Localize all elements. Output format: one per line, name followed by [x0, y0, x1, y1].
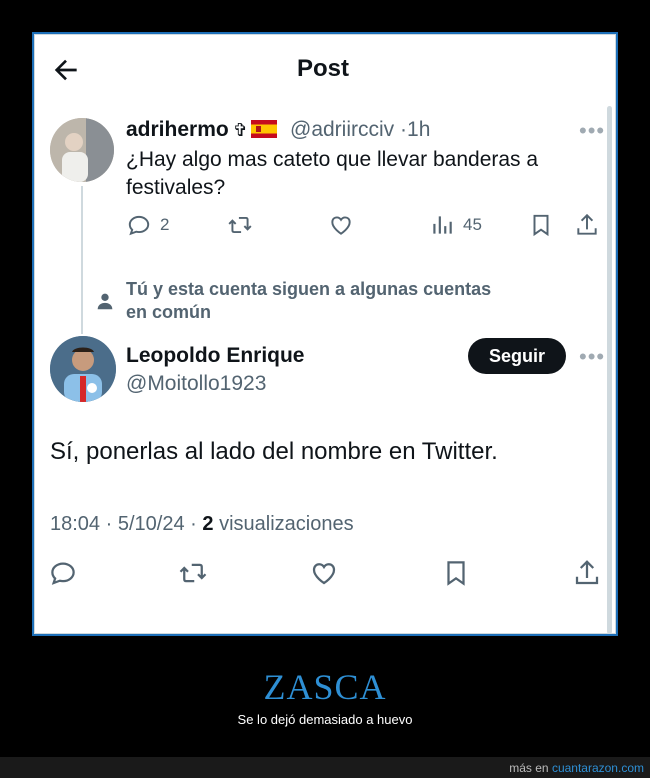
avatar[interactable]	[50, 118, 114, 182]
mutual-line-2: en común	[126, 302, 212, 322]
views-label: visualizaciones	[219, 513, 354, 535]
more-options-icon[interactable]: •••	[579, 118, 605, 144]
avatar-photo-icon	[50, 118, 114, 182]
footer-site-link[interactable]: cuantarazon.com	[552, 761, 644, 775]
tweet-screenshot-frame: Post adrihermo ✞ @adriircciv ·1h ••• ¿Hay…	[32, 32, 618, 636]
share-icon	[575, 560, 599, 585]
caption-subtitle: Se lo dejó demasiado a huevo	[237, 712, 413, 727]
thread-connector	[81, 186, 83, 334]
bookmark-icon	[533, 214, 549, 237]
post-header: Post	[34, 34, 616, 106]
like-icon	[312, 563, 336, 585]
retweet-icon	[228, 216, 252, 234]
tweet-date[interactable]: 5/10/24	[118, 513, 185, 535]
reply-icon	[51, 562, 75, 585]
display-name: adrihermo	[126, 118, 229, 141]
main-actions	[34, 556, 616, 592]
reply-button[interactable]	[48, 558, 78, 588]
reply-actions: 2 45	[34, 210, 616, 244]
handle[interactable]: @adriircciv	[290, 118, 394, 141]
like-button[interactable]	[309, 558, 339, 588]
avatar-photo-icon	[50, 336, 116, 402]
retweet-icon	[179, 563, 207, 583]
reply-icon	[128, 215, 150, 236]
page-title: Post	[297, 55, 350, 82]
avatar[interactable]	[50, 336, 116, 402]
arrow-left-icon[interactable]	[50, 54, 82, 86]
reply-button[interactable]: 2	[126, 212, 169, 238]
more-options-icon[interactable]: •••	[579, 344, 605, 370]
footer-prefix: más en	[509, 761, 549, 775]
reply-author-name[interactable]: adrihermo ✞	[126, 118, 277, 142]
caption-title: ZASCA	[263, 667, 387, 707]
bookmark-icon	[447, 561, 465, 586]
main-author-handle[interactable]: @Moitollo1923	[126, 372, 266, 396]
retweet-button[interactable]	[178, 558, 208, 588]
bookmark-button[interactable]	[528, 212, 554, 238]
like-icon	[331, 216, 351, 235]
retweet-button[interactable]	[227, 212, 253, 238]
tweet-time[interactable]: 18:04	[50, 513, 100, 535]
views-count: 2	[202, 513, 214, 535]
reply-handle-meta: @adriircciv ·1h	[290, 118, 430, 142]
scrollbar[interactable]	[607, 106, 612, 634]
mutual-follows-notice[interactable]: Tú y esta cuenta siguen a algunas cuenta…	[126, 278, 491, 324]
spain-flag-icon	[250, 120, 277, 138]
reply-count: 2	[160, 215, 170, 234]
views-count: 45	[463, 215, 482, 234]
separator-dot: ·	[190, 513, 197, 535]
mutual-line-1: Tú y esta cuenta siguen a algunas cuenta…	[126, 279, 492, 299]
views-button[interactable]: 45	[429, 212, 482, 238]
tweet-time[interactable]: 1h	[407, 118, 430, 141]
follow-button[interactable]: Seguir	[468, 338, 566, 374]
share-button[interactable]	[572, 558, 602, 588]
separator-dot: ·	[105, 513, 113, 535]
site-footer: más en cuantarazon.com	[0, 757, 650, 778]
reply-text: ¿Hay algo mas cateto que llevar banderas…	[126, 148, 539, 199]
separator-dot: ·	[400, 118, 408, 141]
main-author-name[interactable]: Leopoldo Enrique	[126, 344, 305, 368]
main-tweet-text: Sí, ponerlas al lado del nombre en Twitt…	[50, 438, 498, 465]
views-icon	[433, 216, 452, 234]
share-icon	[577, 213, 597, 235]
bookmark-button[interactable]	[441, 558, 471, 588]
person-icon	[97, 293, 113, 310]
share-button[interactable]	[574, 212, 600, 238]
cross-emoji: ✞	[232, 120, 248, 140]
like-button[interactable]	[328, 212, 354, 238]
tweet-meta: 18:04 · 5/10/24 · 2 visualizaciones	[50, 513, 354, 536]
footer-credit: más en cuantarazon.com	[509, 761, 644, 775]
